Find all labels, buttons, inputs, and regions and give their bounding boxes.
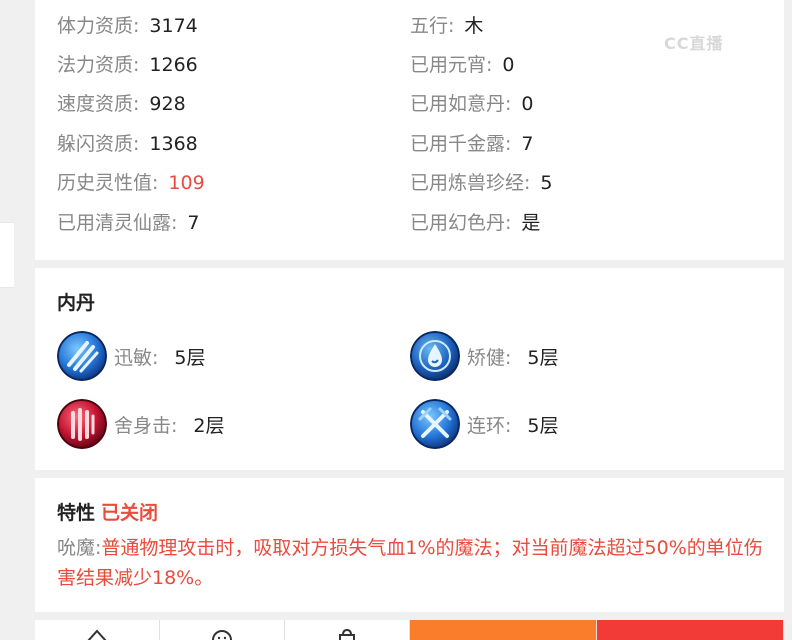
neidan-name: 迅敏:: [114, 346, 159, 369]
stat-row: 已用清灵仙露: 7: [57, 208, 200, 238]
stat-label: 已用如意丹:: [410, 93, 512, 115]
stat-label: 五行:: [410, 15, 455, 37]
trait-name: 吮魔:: [57, 537, 102, 559]
neidan-item[interactable]: 连环: 5层: [410, 398, 559, 450]
neidan-level: 2层: [193, 414, 225, 437]
neidan-title: 内丹: [57, 292, 96, 314]
stat-value: 3174: [149, 15, 198, 37]
stat-label: 已用清灵仙露:: [57, 212, 178, 234]
neidan-level: 5层: [174, 346, 206, 369]
trait-text: 普通物理攻击时，吸取对方损失气血1%的魔法；对当前魔法超过50%的单位伤害结果减…: [57, 537, 763, 589]
bag-icon: [335, 620, 359, 640]
crossed-swords-blue-icon: [410, 399, 460, 449]
smile-button[interactable]: [160, 620, 285, 640]
stat-row: 五行: 木: [410, 11, 483, 41]
stat-value: 0: [521, 93, 534, 115]
neidan-level: 5层: [527, 346, 559, 369]
stat-row: 躲闪资质: 1368: [57, 129, 198, 159]
stat-row: 已用幻色丹: 是: [410, 208, 540, 238]
stat-label: 法力资质:: [57, 54, 140, 76]
neidan-name: 矫健:: [467, 346, 512, 369]
stat-label: 已用元宵:: [410, 54, 493, 76]
bottom-action-bar: [35, 620, 784, 640]
stat-row: 法力资质: 1266: [57, 50, 198, 80]
trait-card: 特性 已关闭 吮魔:普通物理攻击时，吸取对方损失气血1%的魔法；对当前魔法超过50…: [35, 478, 784, 612]
stat-value: 1368: [149, 133, 198, 155]
watermark-logo: CC直播: [664, 34, 724, 53]
stat-value: 7: [187, 212, 200, 234]
stat-label: 躲闪资质:: [57, 133, 140, 155]
trait-status-badge: 已关闭: [101, 502, 159, 524]
stat-row: 已用千金露: 7: [410, 129, 534, 159]
stat-row: 速度资质: 928: [57, 89, 186, 119]
smile-icon: [210, 620, 234, 640]
stat-value: 928: [149, 93, 186, 115]
stat-value: 7: [521, 133, 534, 155]
orange-action-button[interactable]: [410, 620, 597, 640]
neidan-item[interactable]: 迅敏: 5层: [57, 330, 206, 382]
stat-value: 0: [502, 54, 515, 76]
stat-label: 历史灵性值:: [57, 172, 159, 194]
stat-label: 已用千金露:: [410, 133, 512, 155]
stat-value: 5: [540, 172, 553, 194]
stat-row: 历史灵性值: 109: [57, 168, 205, 198]
red-action-button[interactable]: [597, 620, 784, 640]
stat-label: 已用炼兽珍经:: [410, 172, 531, 194]
claw-red-icon: [57, 399, 107, 449]
trait-header: 特性 已关闭: [57, 498, 158, 525]
stat-value: 是: [521, 212, 541, 234]
neidan-level: 5层: [527, 414, 559, 437]
stat-value: 1266: [149, 54, 198, 76]
stat-row: 已用元宵: 0: [410, 50, 515, 80]
claw-blue-icon: [57, 331, 107, 381]
stat-row: 已用炼兽珍经: 5: [410, 168, 553, 198]
neidan-card: 内丹 迅敏: 5层 矫健: 5层 舍身击: 2层 连环: 5层: [35, 268, 784, 470]
neidan-name: 舍身击:: [114, 414, 178, 437]
neidan-item[interactable]: 舍身击: 2层: [57, 398, 225, 450]
trait-description: 吮魔:普通物理攻击时，吸取对方损失气血1%的魔法；对当前魔法超过50%的单位伤害…: [57, 533, 767, 593]
home-icon: [85, 620, 109, 640]
neidan-name: 连环:: [467, 414, 512, 437]
trait-title: 特性: [57, 502, 96, 524]
pet-detail-page: 体力资质: 3174 法力资质: 1266 速度资质: 928 躲闪资质: 1368 历…: [0, 0, 792, 640]
stat-row: 已用如意丹: 0: [410, 89, 534, 119]
stat-value-highlight: 109: [168, 172, 205, 194]
home-button[interactable]: [35, 620, 160, 640]
stat-label: 体力资质:: [57, 15, 140, 37]
bag-button[interactable]: [285, 620, 410, 640]
stat-label: 已用幻色丹:: [410, 212, 512, 234]
stat-label: 速度资质:: [57, 93, 140, 115]
side-panel-edge: [0, 222, 14, 288]
water-drop-blue-icon: [410, 331, 460, 381]
stat-row: 体力资质: 3174: [57, 11, 198, 41]
stat-value: 木: [464, 15, 484, 37]
neidan-item[interactable]: 矫健: 5层: [410, 330, 559, 382]
